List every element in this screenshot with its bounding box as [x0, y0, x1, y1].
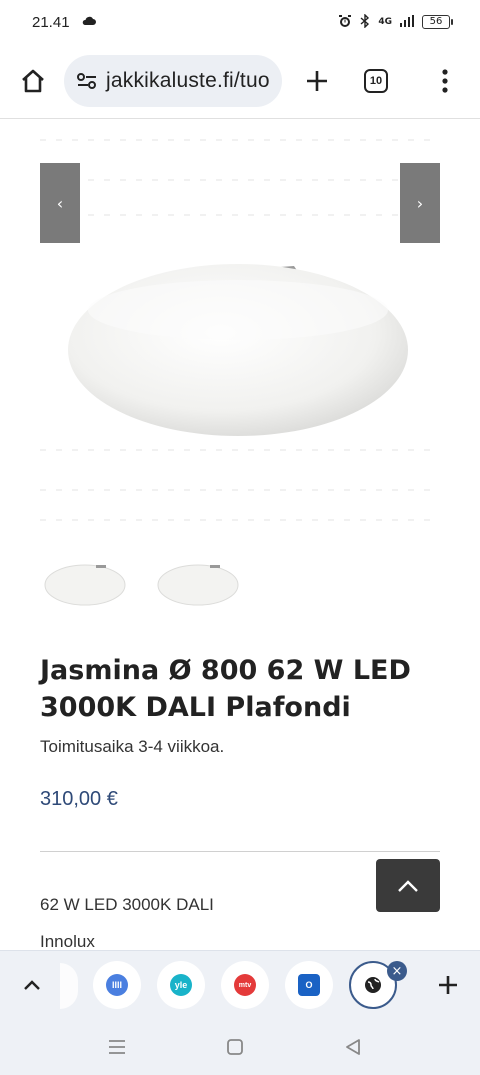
delivery-time: Toimitusaika 3-4 viikkoa. [40, 737, 225, 756]
tab-outlook[interactable]: O [285, 961, 333, 1009]
network-label: 4G [378, 17, 392, 27]
gallery-prev-button[interactable]: ‹ [40, 163, 80, 243]
battery-icon: 56 [422, 15, 453, 29]
site-settings-icon[interactable] [76, 72, 98, 90]
system-navigation-bar [0, 1020, 480, 1075]
product-brand: Innolux [40, 932, 95, 951]
globe-icon [365, 977, 381, 993]
tab-group-strip: IIII yle mtv O × [0, 950, 480, 1020]
signal-icon [400, 14, 414, 30]
ceiling-lamp-image [68, 264, 408, 436]
home-nav-icon[interactable] [224, 1036, 246, 1058]
divider [40, 851, 440, 852]
thumbnail-strip [40, 553, 240, 615]
add-tab-icon[interactable] [434, 971, 462, 999]
product-price: 310,00 € [40, 788, 118, 810]
product-spec: 62 W LED 3000K DALI [40, 895, 214, 914]
address-bar[interactable]: jakkikaluste.fi/tuo [64, 55, 282, 107]
scrolled-tab-fade [60, 963, 78, 1009]
browser-toolbar: jakkikaluste.fi/tuo 10 [0, 44, 480, 118]
scroll-to-top-button[interactable] [376, 859, 440, 912]
tab-yle[interactable]: yle [157, 961, 205, 1009]
product-title: Jasmina Ø 800 62 W LED 3000K DALI Plafon… [40, 655, 411, 723]
tab-switcher-button[interactable]: 10 [364, 69, 388, 93]
thumbnail-1[interactable] [40, 553, 130, 615]
tab-yle-areena[interactable]: IIII [93, 961, 141, 1009]
tab-mtv[interactable]: mtv [221, 961, 269, 1009]
product-image-gallery[interactable] [40, 120, 440, 530]
mtv-icon: mtv [234, 974, 256, 996]
more-options-icon[interactable] [428, 64, 462, 98]
new-tab-icon[interactable] [300, 64, 334, 98]
cloud-icon [82, 15, 96, 29]
alarm-icon [338, 14, 352, 31]
thumbnail-2[interactable] [150, 553, 240, 615]
close-tab-icon[interactable]: × [387, 961, 407, 981]
yle-icon: yle [170, 974, 192, 996]
back-nav-icon[interactable] [342, 1036, 364, 1058]
recents-icon[interactable] [106, 1036, 128, 1058]
collapse-chevron-icon[interactable] [18, 971, 46, 999]
home-icon[interactable] [16, 64, 50, 98]
toolbar-divider [0, 118, 480, 119]
status-icons: 4G 56 [338, 12, 453, 31]
status-bar: 21.41 4G 56 [0, 0, 480, 44]
tab-current[interactable]: × [349, 961, 407, 1009]
outlook-icon: O [298, 974, 320, 996]
chevron-up-icon [398, 879, 418, 892]
bluetooth-icon [360, 12, 370, 31]
status-time: 21.41 [32, 13, 70, 31]
gallery-next-button[interactable]: › [400, 163, 440, 243]
url-text: jakkikaluste.fi/tuo [106, 69, 270, 92]
yle-areena-icon: IIII [106, 974, 128, 996]
